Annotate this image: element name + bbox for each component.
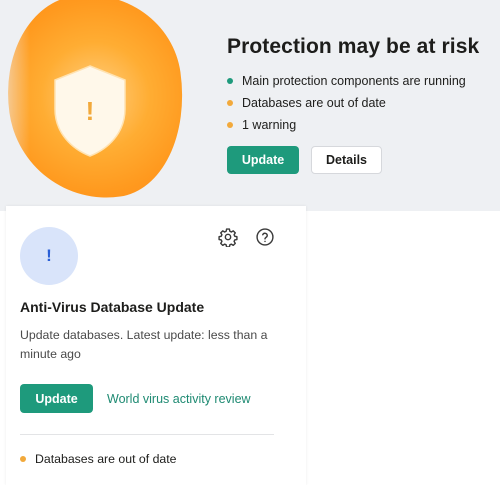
- card-description: Update databases. Latest update: less th…: [20, 328, 268, 361]
- status-dot: [20, 456, 26, 462]
- card-status: Databases are out of date: [20, 452, 177, 466]
- card-title: Anti-Virus Database Update: [20, 299, 205, 315]
- card-update-button[interactable]: Update: [20, 384, 93, 413]
- status-list: Main protection components are running D…: [227, 70, 466, 136]
- banner-update-button[interactable]: Update: [227, 146, 299, 174]
- status-item: 1 warning: [227, 114, 466, 136]
- protection-status-banner: ! Protection may be at risk Main protect…: [0, 0, 500, 211]
- gear-icon[interactable]: [217, 226, 239, 248]
- shield-warning-icon: !: [54, 65, 126, 157]
- card-status-text: Databases are out of date: [35, 452, 177, 466]
- status-item: Databases are out of date: [227, 92, 466, 114]
- virus-activity-link[interactable]: World virus activity review: [107, 392, 251, 406]
- right-empty-area: [306, 211, 500, 485]
- divider: [20, 434, 274, 435]
- shield-symbol: !: [86, 96, 95, 126]
- status-item: Main protection components are running: [227, 70, 466, 92]
- glow-fade: [0, 0, 30, 211]
- warning-symbol: !: [46, 246, 52, 265]
- status-item-text: 1 warning: [242, 118, 297, 132]
- warning-circle-icon: !: [20, 227, 78, 285]
- status-dot: [227, 78, 233, 84]
- status-dot: [227, 122, 233, 128]
- question-icon[interactable]: [254, 226, 276, 248]
- database-update-card: ! Anti-Virus Database Update Update data…: [6, 206, 306, 485]
- details-button[interactable]: Details: [311, 146, 382, 174]
- status-item-text: Databases are out of date: [242, 96, 386, 110]
- status-dot: [227, 100, 233, 106]
- status-item-text: Main protection components are running: [242, 74, 466, 88]
- banner-title: Protection may be at risk: [227, 35, 480, 58]
